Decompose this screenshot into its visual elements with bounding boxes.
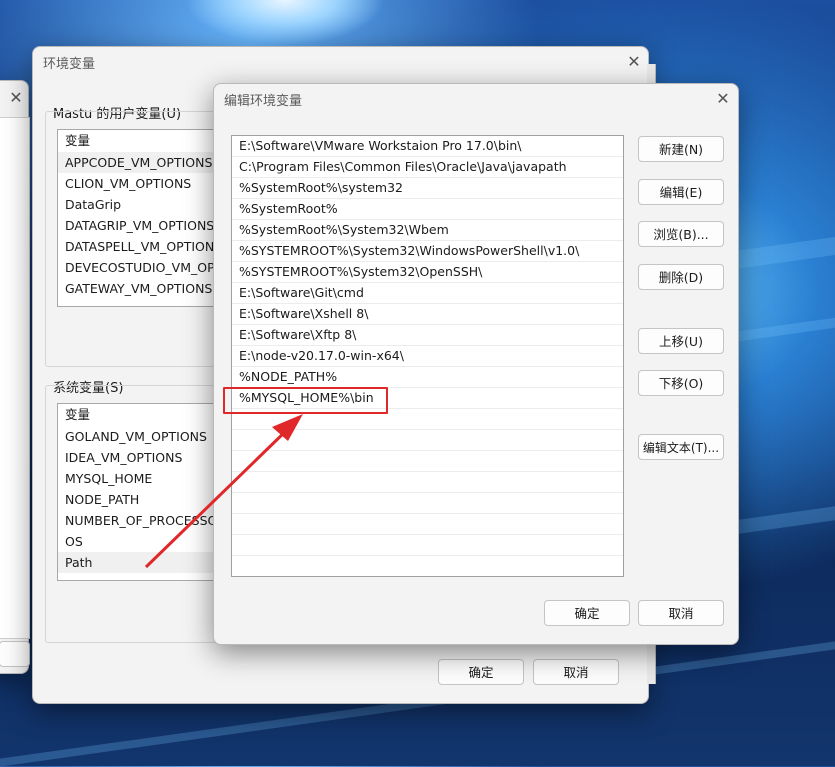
move-down-button[interactable]: 下移(O) bbox=[638, 370, 724, 396]
list-item-empty[interactable] bbox=[232, 493, 623, 514]
list-item[interactable]: NUMBER_OF_PROCESSOR bbox=[58, 510, 228, 531]
list-item-selected[interactable]: Path bbox=[58, 552, 228, 573]
close-icon[interactable]: ✕ bbox=[3, 87, 29, 109]
ok-button[interactable]: 确定 bbox=[438, 659, 524, 685]
path-list[interactable]: E:\Software\VMware Workstaion Pro 17.0\b… bbox=[231, 135, 624, 577]
list-item[interactable]: APPCODE_VM_OPTIONS bbox=[58, 152, 228, 173]
user-variables-list[interactable]: 变量 APPCODE_VM_OPTIONS CLION_VM_OPTIONS D… bbox=[57, 129, 229, 307]
list-item[interactable]: E:\Software\Xftp 8\ bbox=[232, 325, 623, 346]
wallpaper-figure bbox=[185, 0, 385, 45]
window-title: 编辑环境变量 bbox=[224, 94, 303, 109]
list-item[interactable]: DataGrip bbox=[58, 194, 228, 215]
list-item-empty[interactable] bbox=[232, 430, 623, 451]
list-item[interactable]: %SystemRoot%\System32\Wbem bbox=[232, 220, 623, 241]
background-list bbox=[0, 117, 30, 639]
background-button[interactable] bbox=[0, 641, 30, 667]
list-item[interactable]: OS bbox=[58, 531, 228, 552]
list-item[interactable]: %SystemRoot% bbox=[232, 199, 623, 220]
list-item[interactable]: %SystemRoot%\system32 bbox=[232, 178, 623, 199]
list-item[interactable]: CLION_VM_OPTIONS bbox=[58, 173, 228, 194]
column-header-variable[interactable]: 变量 bbox=[58, 130, 228, 152]
close-icon[interactable]: ✕ bbox=[621, 51, 647, 73]
list-item[interactable]: E:\Software\Xshell 8\ bbox=[232, 304, 623, 325]
list-item[interactable]: MYSQL_HOME bbox=[58, 468, 228, 489]
list-item-empty[interactable] bbox=[232, 535, 623, 556]
list-item[interactable]: DEVECOSTUDIO_VM_OPTI bbox=[58, 257, 228, 278]
list-item[interactable]: E:\node-v20.17.0-win-x64\ bbox=[232, 346, 623, 367]
background-window: ✕ bbox=[0, 80, 30, 674]
delete-button[interactable]: 删除(D) bbox=[638, 264, 724, 290]
cancel-button[interactable]: 取消 bbox=[533, 659, 619, 685]
list-item-empty[interactable] bbox=[232, 451, 623, 472]
list-item[interactable]: %SYSTEMROOT%\System32\OpenSSH\ bbox=[232, 262, 623, 283]
highlight-box bbox=[223, 387, 388, 414]
list-item[interactable]: C:\Program Files\Common Files\Oracle\Jav… bbox=[232, 157, 623, 178]
window-title: 环境变量 bbox=[43, 57, 96, 72]
ok-button[interactable]: 确定 bbox=[544, 600, 630, 626]
edit-environment-variable-window: 编辑环境变量 ✕ E:\Software\VMware Workstaion P… bbox=[213, 83, 739, 645]
list-item-empty[interactable] bbox=[232, 556, 623, 577]
close-icon[interactable]: ✕ bbox=[710, 88, 736, 110]
list-item[interactable]: E:\Software\Git\cmd bbox=[232, 283, 623, 304]
list-item-empty[interactable] bbox=[232, 472, 623, 493]
list-item[interactable]: GATEWAY_VM_OPTIONS bbox=[58, 278, 228, 299]
system-variables-list[interactable]: 变量 GOLAND_VM_OPTIONS IDEA_VM_OPTIONS MYS… bbox=[57, 403, 229, 581]
edit-button[interactable]: 编辑(E) bbox=[638, 179, 724, 205]
list-item[interactable]: %SYSTEMROOT%\System32\WindowsPowerShell\… bbox=[232, 241, 623, 262]
list-item[interactable]: E:\Software\VMware Workstaion Pro 17.0\b… bbox=[232, 136, 623, 157]
list-item[interactable]: %NODE_PATH% bbox=[232, 367, 623, 388]
cancel-button[interactable]: 取消 bbox=[638, 600, 724, 626]
list-item[interactable]: DATASPELL_VM_OPTIONS bbox=[58, 236, 228, 257]
column-header-variable[interactable]: 变量 bbox=[58, 404, 228, 426]
list-item[interactable]: DATAGRIP_VM_OPTIONS bbox=[58, 215, 228, 236]
edit-text-button[interactable]: 编辑文本(T)... bbox=[638, 434, 724, 460]
list-item[interactable]: IDEA_VM_OPTIONS bbox=[58, 447, 228, 468]
browse-button[interactable]: 浏览(B)... bbox=[638, 221, 724, 247]
new-button[interactable]: 新建(N) bbox=[638, 136, 724, 162]
list-item-empty[interactable] bbox=[232, 514, 623, 535]
list-item[interactable]: NODE_PATH bbox=[58, 489, 228, 510]
list-item[interactable]: GOLAND_VM_OPTIONS bbox=[58, 426, 228, 447]
move-up-button[interactable]: 上移(U) bbox=[638, 328, 724, 354]
